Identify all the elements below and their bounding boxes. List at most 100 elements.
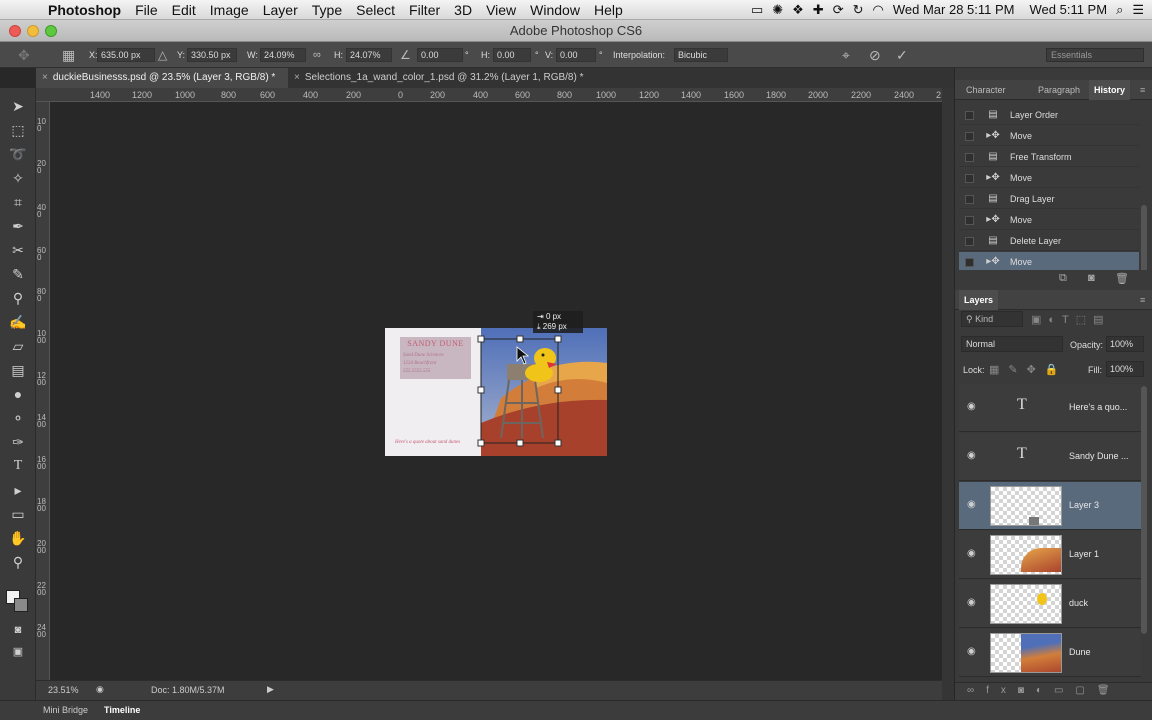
tab-selections-wand[interactable]: × Selections_1a_wand_color_1.psd @ 31.2% … <box>288 68 588 88</box>
opacity-field[interactable]: 100% <box>1106 336 1144 352</box>
dodge-tool-icon[interactable]: ⚬ <box>8 408 28 428</box>
hand-tool-icon[interactable]: ✋ <box>8 528 28 548</box>
crop-tool-icon[interactable]: ⌗ <box>8 192 28 212</box>
history-snapshot-checkbox[interactable] <box>965 132 974 141</box>
move-tool-icon[interactable]: ➤ <box>8 96 28 116</box>
lock-icons[interactable]: ▦✎✥🔒 <box>989 363 1068 376</box>
history-state[interactable]: ▤ Drag Layer <box>959 189 1139 209</box>
gradient-tool-icon[interactable]: ▤ <box>8 360 28 380</box>
h-field[interactable]: 24.07% <box>346 48 392 62</box>
delta-icon[interactable]: △ <box>158 47 167 63</box>
new-document-from-state-icon[interactable]: ⧉ <box>1059 272 1067 285</box>
eraser-tool-icon[interactable]: ▱ <box>8 336 28 356</box>
brightness-icon[interactable]: ✺ <box>772 2 783 18</box>
healing-brush-tool-icon[interactable]: ✂ <box>8 240 28 260</box>
workspace-switcher[interactable]: Essentials <box>1046 48 1144 62</box>
camera-icon[interactable]: ▭ <box>751 2 763 18</box>
plus-icon[interactable]: ✚ <box>813 2 824 18</box>
tab-history[interactable]: History <box>1089 80 1131 100</box>
warp-mode-icon[interactable]: ⌖ <box>842 47 850 63</box>
link-icon[interactable]: ∞ <box>313 47 321 63</box>
horizontal-ruler[interactable]: 1400 1200 1000 800 600 400 200 0 200 400… <box>36 88 942 102</box>
eyedropper-tool-icon[interactable]: ✒ <box>8 216 28 236</box>
layer-row[interactable]: ◉ duck <box>959 580 1141 628</box>
panel-menu-icon[interactable]: ≡ <box>1135 80 1150 100</box>
clone-stamp-tool-icon[interactable]: ⚲ <box>8 288 28 308</box>
tab-mini-bridge[interactable]: Mini Bridge <box>37 701 94 719</box>
marquee-tool-icon[interactable]: ⬚ <box>8 120 28 140</box>
cancel-transform-icon[interactable]: ⊘ <box>869 47 881 63</box>
fill-field[interactable]: 100% <box>1106 361 1144 377</box>
close-tab-icon[interactable]: × <box>42 72 48 83</box>
visibility-eye-icon[interactable]: ◉ <box>967 450 976 461</box>
visibility-eye-icon[interactable]: ◉ <box>967 646 976 657</box>
x-field[interactable]: 635.00 px <box>97 48 155 62</box>
blur-tool-icon[interactable]: ● <box>8 384 28 404</box>
sync-icon[interactable]: ⟳ <box>833 2 844 18</box>
quick-mask-icon[interactable]: ◙ <box>8 620 28 640</box>
layer-filter-icons[interactable]: ▣◐T⬚▤ <box>1031 313 1111 326</box>
status-info-icon[interactable]: ◉ <box>96 684 104 695</box>
search-icon[interactable]: ⌕ <box>1116 2 1123 18</box>
commit-transform-icon[interactable]: ✓ <box>896 47 908 63</box>
hskew-field[interactable]: 0.00 <box>493 48 531 62</box>
menubar-clock[interactable]: Wed 5:11 PM <box>1030 2 1108 17</box>
history-snapshot-checkbox[interactable] <box>965 153 974 162</box>
history-snapshot-checkbox[interactable] <box>965 237 974 246</box>
tab-character[interactable]: Character <box>961 80 1011 100</box>
status-menu-arrow-icon[interactable]: ▶ <box>267 684 274 695</box>
menu-help[interactable]: Help <box>587 0 630 20</box>
zoom-tool-icon[interactable]: ⚲ <box>8 552 28 572</box>
layer-row[interactable]: ◉ Dune <box>959 629 1141 677</box>
history-snapshot-checkbox[interactable] <box>965 195 974 204</box>
canvas-vertical-scrollbar[interactable] <box>942 88 954 700</box>
tab-timeline[interactable]: Timeline <box>98 701 146 719</box>
wifi-icon[interactable]: ◠ <box>873 2 884 18</box>
visibility-eye-icon[interactable]: ◉ <box>967 401 976 412</box>
menu-window[interactable]: Window <box>523 0 587 20</box>
magic-wand-tool-icon[interactable]: ✧ <box>8 168 28 188</box>
visibility-eye-icon[interactable]: ◉ <box>967 548 976 559</box>
vertical-ruler[interactable]: 100 200 400 600 800 1000 1200 1400 1600 … <box>36 102 50 680</box>
menu-view[interactable]: View <box>479 0 523 20</box>
layers-footer-buttons[interactable]: ∞fx◙◐▭▢🗑 <box>955 682 1152 700</box>
layer-row-selected[interactable]: ◉ Layer 3 <box>959 482 1141 530</box>
history-state[interactable]: ▤ Layer Order <box>959 105 1139 125</box>
menu-file[interactable]: File <box>128 0 165 20</box>
blend-mode-select[interactable]: Normal <box>961 336 1063 352</box>
list-icon[interactable]: ☰ <box>1132 2 1144 18</box>
menu-filter[interactable]: Filter <box>402 0 447 20</box>
close-tab-icon[interactable]: × <box>294 72 300 83</box>
panel-menu-icon[interactable]: ≡ <box>1135 290 1150 310</box>
visibility-eye-icon[interactable]: ◉ <box>967 597 976 608</box>
y-field[interactable]: 330.50 px <box>187 48 237 62</box>
menu-photoshop[interactable]: Photoshop <box>44 0 128 20</box>
screen-mode-icon[interactable]: ▣ <box>8 642 28 662</box>
brush-tool-icon[interactable]: ✎ <box>8 264 28 284</box>
shape-tool-icon[interactable]: ▭ <box>8 504 28 524</box>
type-tool-icon[interactable]: T <box>8 456 28 476</box>
history-brush-tool-icon[interactable]: ✍ <box>8 312 28 332</box>
move-tool-preset-icon[interactable]: ✥ <box>18 47 30 63</box>
menu-image[interactable]: Image <box>203 0 256 20</box>
menu-type[interactable]: Type <box>305 0 349 20</box>
history-snapshot-checkbox[interactable] <box>965 216 974 225</box>
dropbox-icon[interactable]: ❖ <box>792 2 804 18</box>
history-state[interactable]: ▸✥ Move <box>959 168 1139 188</box>
minimize-window-button[interactable] <box>27 25 39 37</box>
layer-row[interactable]: ◉ Layer 1 <box>959 531 1141 579</box>
zoom-window-button[interactable] <box>45 25 57 37</box>
tab-duckie-business[interactable]: × duckieBusinesss.psd @ 23.5% (Layer 3, R… <box>36 68 288 88</box>
history-state[interactable]: ▸✥ Move <box>959 126 1139 146</box>
zoom-level[interactable]: 23.51% <box>48 685 79 695</box>
close-window-button[interactable] <box>9 25 21 37</box>
background-color-swatch[interactable] <box>14 598 28 612</box>
menu-select[interactable]: Select <box>349 0 402 20</box>
interpolation-select[interactable]: Bicubic <box>674 48 728 62</box>
tab-layers[interactable]: Layers <box>959 290 999 310</box>
menu-3d[interactable]: 3D <box>447 0 479 20</box>
menubar-date-time[interactable]: Wed Mar 28 5:11 PM <box>893 2 1015 17</box>
layer-row[interactable]: ◉ T Sandy Dune ... <box>959 433 1141 481</box>
tab-paragraph[interactable]: Paragraph <box>1033 80 1085 100</box>
layers-scrollbar[interactable] <box>1141 386 1147 634</box>
